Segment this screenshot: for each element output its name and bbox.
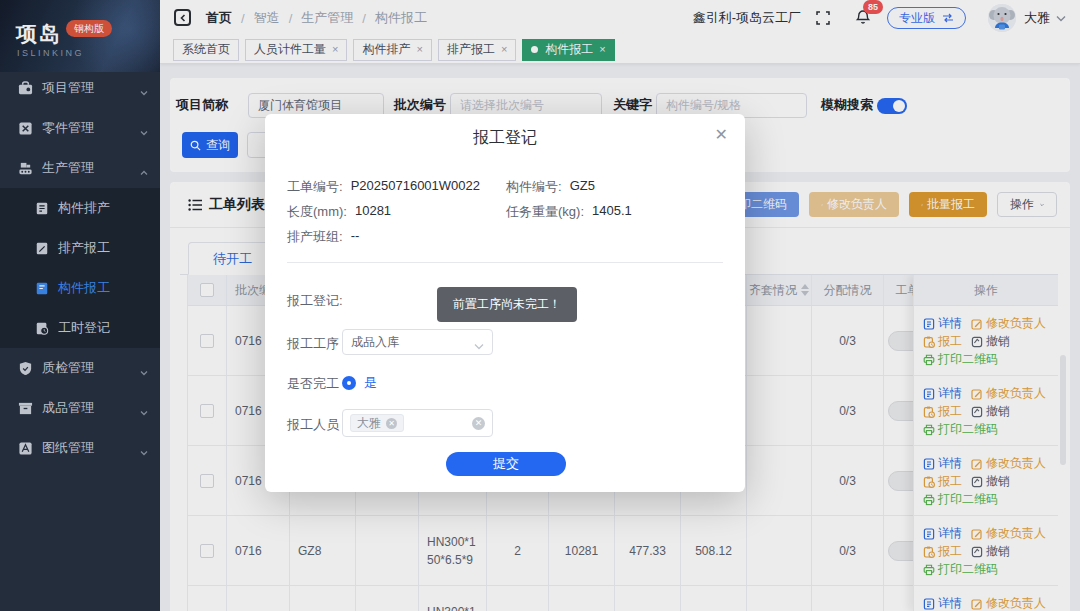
process-select[interactable]: 成品入库: [342, 329, 493, 355]
worker-tag: 大雅 ✕: [350, 414, 404, 432]
report-dialog: 报工登记 ✕ 工单编号: P20250716001W0022 构件编号: GZ5 长…: [265, 114, 745, 492]
length-label: 长度(mm):: [287, 203, 347, 221]
radio-label: 是: [364, 374, 377, 392]
worker-tag-label: 大雅: [357, 415, 381, 432]
divider: [287, 262, 723, 263]
dialog-info: 工单编号: P20250716001W0022 构件编号: GZ5 长度(mm): 1…: [287, 174, 723, 249]
clear-icon[interactable]: ✕: [472, 417, 485, 430]
tag-close-icon[interactable]: ✕: [386, 418, 397, 429]
report-register-label: 报工登记:: [287, 292, 343, 310]
finished-radio[interactable]: 是: [342, 374, 377, 392]
finished-label: 是否完工: [287, 375, 339, 393]
component-no-label: 构件编号:: [506, 178, 562, 196]
tooltip: 前置工序尚未完工！: [437, 287, 577, 322]
team-value: --: [351, 228, 360, 246]
weight-label: 任务重量(kg):: [506, 203, 584, 221]
chevron-down-icon: [474, 339, 484, 353]
radio-checked-icon: [342, 376, 356, 390]
process-select-value: 成品入库: [351, 334, 399, 351]
length-value: 10281: [355, 203, 391, 221]
weight-value: 1405.1: [592, 203, 632, 221]
order-no-label: 工单编号:: [287, 178, 343, 196]
submit-button[interactable]: 提交: [446, 452, 566, 476]
worker-input[interactable]: 大雅 ✕ ✕: [342, 409, 493, 437]
dialog-title: 报工登记: [265, 128, 745, 149]
component-no-value: GZ5: [570, 178, 595, 196]
worker-label: 报工人员: [287, 416, 339, 434]
team-label: 排产班组:: [287, 228, 343, 246]
order-no-value: P20250716001W0022: [351, 178, 480, 196]
close-icon[interactable]: ✕: [715, 127, 728, 143]
process-label: 报工工序: [287, 335, 339, 353]
